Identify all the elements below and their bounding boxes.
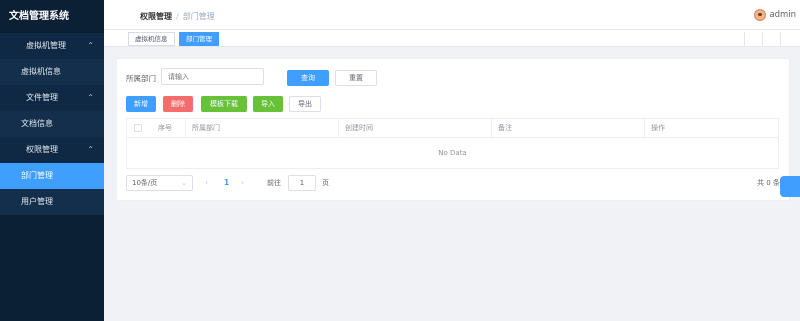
menu-group-label: 文件管理 [26,93,58,102]
column-header-remark: 备注 [491,119,644,138]
breadcrumb-current: 部门管理 [182,12,215,21]
avatar-icon[interactable] [754,9,767,21]
export-button[interactable]: 导出 [289,96,321,112]
menu-group-label: 虚拟机管理 [26,41,66,50]
sidebar-item-department[interactable]: 部门管理 [0,163,104,189]
department-search-input[interactable] [161,68,264,85]
page-number[interactable]: 1 [224,175,229,191]
department-filter-label: 所属部门 [126,74,156,83]
goto-suffix: 页 [322,179,329,187]
menu-group-files[interactable]: 文件管理 ⌃ [0,85,104,111]
top-header: 权限管理 / 部门管理 admin [104,0,800,30]
sidebar-item-users[interactable]: 用户管理 [0,189,104,215]
main-card: 所属部门 查询 重置 新增 删除 模板下载 导入 导出 序号 所属部门 创建时间… [116,58,790,201]
total-count: 共 0 条 [757,179,780,187]
next-page-icon[interactable]: › [241,175,244,191]
department-table: 序号 所属部门 创建时间 备注 操作 No Data [126,118,779,169]
settings-drawer-handle[interactable] [780,176,800,197]
username[interactable]: admin [769,10,796,20]
menu-group-vm[interactable]: 虚拟机管理 ⌃ [0,33,104,59]
tag-department[interactable]: 部门管理 [179,32,219,46]
reset-button[interactable]: 重置 [335,70,377,86]
column-header-index: 序号 [158,124,172,132]
user-menu[interactable]: admin [754,9,796,21]
tags-divider [762,32,763,46]
tags-divider [780,32,781,46]
goto-page-input[interactable]: 1 [288,175,316,191]
tags-view: 虚拟机信息 部门管理 [104,30,800,47]
app-title: 文档管理系统 [0,0,104,33]
column-header-created-time: 创建时间 [338,119,491,138]
chevron-up-icon: ⌃ [87,93,94,102]
empty-state-text: No Data [438,149,467,157]
prev-page-icon[interactable]: ‹ [205,175,208,191]
delete-button[interactable]: 删除 [163,96,193,112]
breadcrumb: 权限管理 / 部门管理 [140,11,215,22]
menu-group-label: 权限管理 [26,145,58,154]
chevron-up-icon: ⌃ [87,41,94,50]
column-header-actions: 操作 [644,119,778,138]
tag-vm-info[interactable]: 虚拟机信息 [128,32,175,46]
add-button[interactable]: 新增 [126,96,156,112]
pagination: 10条/页 ⌄ ‹ 1 › 前往 1 页 共 0 条 [126,175,786,191]
breadcrumb-separator: / [176,12,179,21]
sidebar-item-doc-info[interactable]: 文档信息 [0,111,104,137]
table-header: 序号 所属部门 创建时间 备注 操作 [127,119,778,138]
goto-label: 前往 [267,179,281,187]
menu-group-permission[interactable]: 权限管理 ⌃ [0,137,104,163]
template-download-button[interactable]: 模板下载 [201,96,247,112]
sidebar: 文档管理系统 虚拟机管理 ⌃ 虚拟机信息 文件管理 ⌃ 文档信息 权限管理 ⌃ … [0,0,104,321]
sidebar-item-vm-info[interactable]: 虚拟机信息 [0,59,104,85]
page-size-select[interactable]: 10条/页 ⌄ [126,175,193,191]
column-header-department: 所属部门 [185,119,338,138]
query-button[interactable]: 查询 [287,70,329,86]
tags-divider [744,32,745,46]
chevron-up-icon: ⌃ [87,145,94,154]
page-size-value: 10条/页 [132,179,158,187]
chevron-down-icon: ⌄ [181,179,187,187]
import-button[interactable]: 导入 [253,96,283,112]
breadcrumb-item[interactable]: 权限管理 [140,12,172,21]
select-all-checkbox[interactable] [134,124,142,132]
